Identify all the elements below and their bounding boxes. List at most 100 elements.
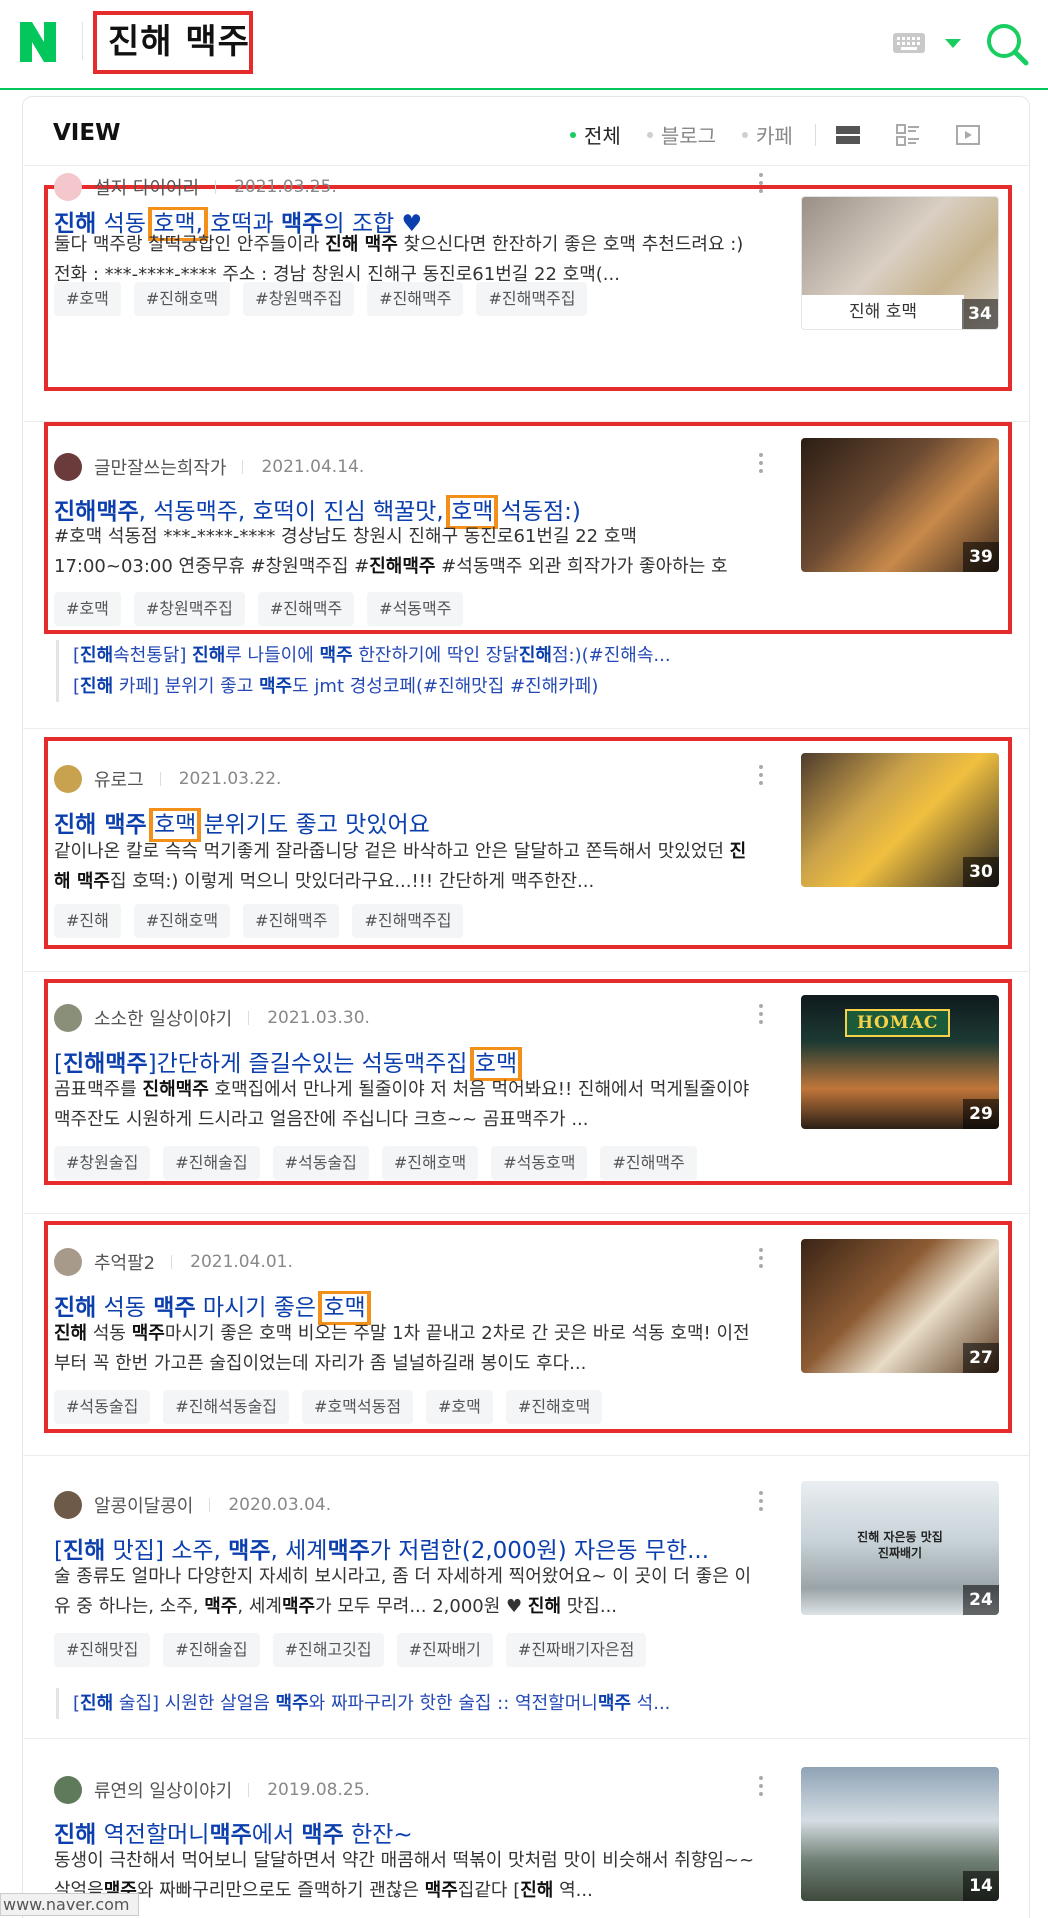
filter-cafe[interactable]: 카페 (742, 120, 793, 149)
hashtag[interactable]: #진해술집 (163, 1633, 260, 1667)
search-icon[interactable] (985, 22, 1029, 66)
result-meta: 글만잘쓰는희작가 2021.04.14. (54, 452, 364, 482)
hashtag[interactable]: #진해맥주집 (476, 282, 588, 316)
hashtag[interactable]: #석동맥주 (367, 592, 464, 626)
meta-divider (209, 1498, 211, 1512)
hashtag[interactable]: #진해맛집 (54, 1633, 151, 1667)
text-run: 역... (553, 1880, 593, 1901)
avatar[interactable] (54, 173, 82, 201)
filter-label: 카페 (756, 124, 793, 148)
hashtag[interactable]: #호맥 (54, 592, 121, 626)
post-date: 2021.03.30. (267, 1008, 370, 1028)
hashtag[interactable]: #진짜배기자은점 (505, 1633, 647, 1667)
chevron-down-icon[interactable] (945, 39, 961, 48)
video-view-icon[interactable] (955, 124, 980, 146)
text-run: 카페] 분위기 좋고 (113, 676, 259, 697)
keyword-bold: 진해 (80, 645, 114, 666)
text-run: 맛집... (561, 1596, 618, 1617)
result-snippet[interactable]: 술 종류도 얼마나 다양한지 자세히 보시라고, 좀 더 자세하게 찍어왔어요~… (54, 1562, 759, 1622)
author-name[interactable]: 소소한 일상이야기 (94, 1005, 232, 1031)
avatar[interactable] (54, 1248, 82, 1276)
more-icon[interactable] (757, 453, 765, 479)
result-thumbnail[interactable]: 30 (801, 753, 999, 887)
hashtag[interactable]: #진해맥주집 (352, 904, 464, 938)
avatar[interactable] (54, 453, 82, 481)
hashtag[interactable]: #진해호맥 (133, 282, 231, 316)
author-name[interactable]: 설지 다이어리 (94, 174, 199, 200)
author-name[interactable]: 글만잘쓰는희작가 (94, 454, 226, 480)
keyword-bold: 진해 맥주 (54, 812, 147, 838)
meta-divider (248, 1011, 250, 1025)
result-thumbnail[interactable]: 진해 호맥 34 (801, 196, 999, 330)
result-thumbnail[interactable]: HOMAC 29 (801, 995, 999, 1129)
keyboard-icon[interactable] (893, 33, 925, 53)
hashtag[interactable]: #창원술집 (54, 1146, 151, 1180)
result-snippet[interactable]: 둘다 맥주랑 찰떡궁합인 안주들이라 진해 맥주 찾으신다면 한잔하기 좋은 호… (54, 230, 759, 290)
result-snippet[interactable]: 진해 석동 맥주마시기 좋은 호맥 비오는 주말 1차 끝내고 2차로 간 곳은… (54, 1319, 759, 1379)
grid-view-icon[interactable] (895, 123, 920, 146)
thumbnail-overlay-line: 진짜배기 (877, 1546, 923, 1560)
result-thumbnail[interactable]: 39 (801, 438, 999, 572)
hashtag[interactable]: #진해술집 (163, 1146, 260, 1180)
search-query[interactable]: 진해 맥주 (108, 16, 250, 68)
hashtag[interactable]: #진해석동술집 (163, 1390, 290, 1424)
hashtag[interactable]: #진해맥주 (367, 282, 464, 316)
image-count-badge: 24 (963, 1585, 999, 1615)
text-run: 석동 (87, 1323, 132, 1344)
more-icon[interactable] (757, 173, 765, 199)
hashtag[interactable]: #석동술집 (272, 1146, 369, 1180)
result-snippet[interactable]: 동생이 극찬해서 먹어보니 달달하면서 약간 매콤해서 떡볶이 맛처럼 맛이 비… (54, 1846, 759, 1906)
result-thumbnail[interactable]: 진해 자은동 맛집진짜배기 24 (801, 1481, 999, 1615)
list-view-icon[interactable] (835, 124, 860, 146)
related-post-link[interactable]: [진해속천통닭] 진해루 나들이에 맥주 한잔하기에 딱인 장닭진해점:)(#진… (73, 640, 756, 671)
more-icon[interactable] (757, 1248, 765, 1274)
result-thumbnail[interactable]: 14 (801, 1767, 999, 1901)
author-name[interactable]: 유로그 (94, 766, 144, 792)
thumbnail-overlay-line: 진해 자은동 맛집 (857, 1530, 943, 1544)
hashtag[interactable]: #창원맥주집 (133, 592, 245, 626)
more-icon[interactable] (757, 1004, 765, 1030)
result-snippet[interactable]: #호맥 석동점 ***-****-**** 경상남도 창원시 진해구 동진로61… (54, 522, 759, 582)
text-run: 곰표맥주를 (54, 1079, 143, 1100)
filter-all[interactable]: 전체 (570, 120, 621, 149)
related-post-link[interactable]: [진해 카페] 분위기 좋고 맥주도 jmt 경성코페(#진해맛집 #진해카페) (73, 671, 756, 702)
hashtag[interactable]: #진해호맥 (133, 904, 231, 938)
hashtag[interactable]: #진해고깃집 (272, 1633, 384, 1667)
hashtag[interactable]: #진해호맥 (505, 1390, 603, 1424)
naver-logo-icon[interactable] (20, 22, 56, 62)
result-thumbnail[interactable]: 27 (801, 1239, 999, 1373)
hashtag[interactable]: #진해호맥 (381, 1146, 479, 1180)
author-name[interactable]: 추억팔2 (94, 1249, 155, 1275)
more-icon[interactable] (757, 1776, 765, 1802)
hashtag[interactable]: #진해맥주 (243, 904, 340, 938)
text-run: 가 저렴한(2,000원) 자은동 무한... (369, 1538, 710, 1564)
avatar[interactable] (54, 1776, 82, 1804)
hashtag[interactable]: #호맥석동점 (302, 1390, 414, 1424)
result-snippet[interactable]: 같이나온 칼로 슥슥 먹기좋게 잘라줍니당 겉은 바삭하고 안은 달달하고 쫀득… (54, 837, 759, 897)
filter-blog[interactable]: 블로그 (646, 120, 716, 149)
author-name[interactable]: 알콩이달콩이 (94, 1492, 193, 1518)
hashtag[interactable]: #호맥 (54, 282, 121, 316)
hashtag[interactable]: #호맥 (426, 1390, 493, 1424)
hashtag[interactable]: #진해맥주 (600, 1146, 697, 1180)
author-name[interactable]: 류연의 일상이야기 (94, 1777, 232, 1803)
avatar[interactable] (54, 1004, 82, 1032)
hashtag[interactable]: #진짜배기 (396, 1633, 493, 1667)
hashtag[interactable]: #창원맥주집 (243, 282, 355, 316)
avatar[interactable] (54, 765, 82, 793)
more-icon[interactable] (757, 765, 765, 791)
keyword-bold: 진해 (80, 1693, 114, 1714)
hashtag[interactable]: #진해맥주 (257, 592, 355, 626)
hashtag[interactable]: #진해 (54, 904, 121, 938)
text-run: 와 짜빠구리만으로도 즐맥하기 괜찮은 (136, 1880, 425, 1901)
hashtag[interactable]: #석동술집 (54, 1390, 151, 1424)
meta-divider (171, 1255, 173, 1269)
result-snippet[interactable]: 곰표맥주를 진해맥주 호맥집에서 만나게 될줄이야 저 처음 먹어봐요!! 진해… (54, 1075, 759, 1135)
related-post-link[interactable]: [진해 술집] 시원한 살얼음 맥주와 짜파구리가 핫한 술집 :: 역전할머니… (73, 1688, 756, 1719)
image-count-badge: 34 (962, 299, 998, 329)
more-icon[interactable] (757, 1491, 765, 1517)
result-meta: 소소한 일상이야기 2021.03.30. (54, 1003, 370, 1033)
hashtag[interactable]: #석동호맥 (491, 1146, 588, 1180)
text-run: 둘다 맥주랑 찰떡궁합인 안주들이라 (54, 234, 326, 255)
avatar[interactable] (54, 1491, 82, 1519)
